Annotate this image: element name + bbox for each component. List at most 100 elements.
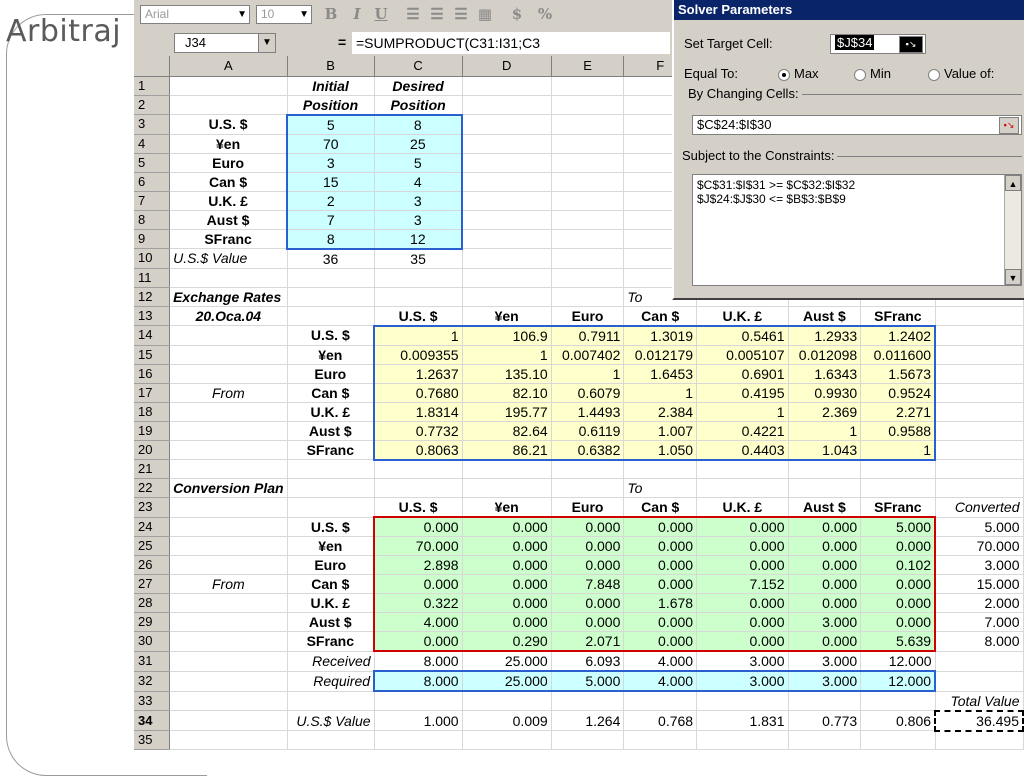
cell[interactable] [935,671,1024,692]
cell[interactable]: 82.10 [462,383,552,403]
cell[interactable] [788,459,862,479]
cell[interactable] [551,478,625,498]
cell[interactable]: 0.000 [696,555,789,575]
cell[interactable]: 8.000 [935,631,1024,652]
cell[interactable]: ¥en [169,134,288,154]
cell[interactable]: From [169,383,288,403]
constraints-list[interactable]: $C$31:$I$31 >= $C$32:$I$32 $J$24:$J$30 <… [692,174,1022,286]
row-header[interactable]: 17 [134,383,171,403]
constraint-item[interactable]: $J$24:$J$30 <= $B$3:$B$9 [697,192,1017,206]
cell[interactable] [169,710,288,731]
cell[interactable]: 1.4493 [551,402,625,422]
row-header[interactable]: 23 [134,497,171,518]
cell[interactable]: 0.6901 [696,364,789,384]
row-header[interactable]: 10 [134,248,171,269]
row-header[interactable]: 22 [134,478,171,498]
cell[interactable]: 0.4221 [696,421,789,441]
cell[interactable]: 35 [374,248,463,269]
cell[interactable]: 3.000 [788,651,862,672]
cell[interactable] [374,459,463,479]
cell[interactable]: 0.000 [696,536,789,556]
collapse-dialog-icon[interactable]: ▪↘ [999,117,1019,134]
cell[interactable]: 0.000 [462,536,552,556]
row-header[interactable]: 30 [134,631,171,652]
cell[interactable]: 0.000 [551,612,625,632]
cell[interactable]: 0.768 [623,710,698,731]
cell[interactable]: 0.000 [623,555,698,575]
cell[interactable]: 0.322 [373,593,463,613]
cell[interactable] [169,459,288,479]
row-header[interactable]: 34 [134,710,171,731]
cell[interactable]: 0.000 [373,516,463,537]
cell[interactable]: 0.000 [623,516,698,537]
cell[interactable]: 4 [374,172,464,192]
cell[interactable] [462,287,552,307]
cell[interactable]: 1 [462,345,552,365]
cell[interactable]: 0.6079 [551,383,625,403]
changing-cells-input[interactable]: $C$24:$I$30 ▪↘ [692,115,1022,135]
target-cell-input[interactable]: $J$34 ▪↘ [830,34,926,54]
cell[interactable]: 0.7911 [551,324,625,346]
cell[interactable]: 2.071 [551,631,625,652]
cell[interactable] [169,517,288,537]
currency-icon[interactable]: $ [506,5,528,24]
column-header[interactable]: C [374,56,463,77]
cell[interactable] [169,421,288,441]
cell[interactable]: 7.152 [696,574,789,594]
cell[interactable]: Euro [287,364,375,384]
cell[interactable]: 0.000 [860,536,937,556]
cell[interactable]: 1.831 [696,710,789,731]
cell[interactable]: 0.000 [788,574,862,594]
cell[interactable]: 0.000 [696,516,789,537]
cell[interactable] [169,402,288,422]
cell[interactable] [462,248,552,269]
cell[interactable]: 20.Oca.04 [169,306,288,326]
row-header[interactable]: 21 [134,459,171,479]
cell[interactable]: 0.000 [373,574,463,594]
cell[interactable]: 70.000 [935,536,1024,556]
max-radio[interactable]: Max [778,66,819,81]
cell[interactable]: 0.009355 [373,345,463,365]
cell[interactable] [462,730,552,750]
cell[interactable]: 0.4403 [696,440,789,461]
cell[interactable] [287,287,375,307]
cell[interactable]: 0.290 [462,631,552,652]
cell[interactable] [169,325,288,346]
cell[interactable]: Desired [374,76,463,96]
cell[interactable]: 1.050 [623,440,698,461]
cell[interactable]: 1.000 [374,710,463,731]
cell[interactable] [551,268,625,288]
cell[interactable] [696,459,789,479]
cell[interactable]: 2.000 [935,593,1024,613]
cell[interactable]: SFranc [860,497,936,518]
cell[interactable]: 0.005107 [696,345,789,365]
cell[interactable]: 1.6343 [788,364,862,384]
cell[interactable]: ¥en [287,536,375,556]
cell[interactable]: 0.000 [788,555,862,575]
cell[interactable] [696,730,789,750]
cell[interactable] [935,421,1024,441]
cell[interactable]: 0.000 [696,631,789,652]
cell[interactable]: 0.009 [462,710,552,731]
cell[interactable]: 7.000 [935,612,1024,632]
cell[interactable] [935,383,1024,403]
cell[interactable] [462,691,552,711]
selected-cell-j34[interactable]: 36.495 [934,709,1024,732]
cell[interactable]: 2.369 [788,402,862,422]
cell[interactable]: 0.000 [551,536,625,556]
cell[interactable]: 0.000 [373,631,463,652]
cell[interactable]: 12.000 [860,651,936,672]
cell[interactable]: U.K. £ [287,593,375,613]
cell[interactable]: Euro [169,153,288,173]
select-all-corner[interactable] [134,56,171,77]
cell[interactable] [374,691,463,711]
cell[interactable] [551,287,625,307]
row-header[interactable]: 19 [134,421,171,441]
cell[interactable] [696,691,789,711]
row-header[interactable]: 15 [134,345,171,365]
cell[interactable] [462,229,552,249]
cell[interactable] [169,631,288,652]
row-header[interactable]: 12 [134,287,171,307]
cell[interactable] [860,691,936,711]
cell[interactable] [169,671,288,692]
